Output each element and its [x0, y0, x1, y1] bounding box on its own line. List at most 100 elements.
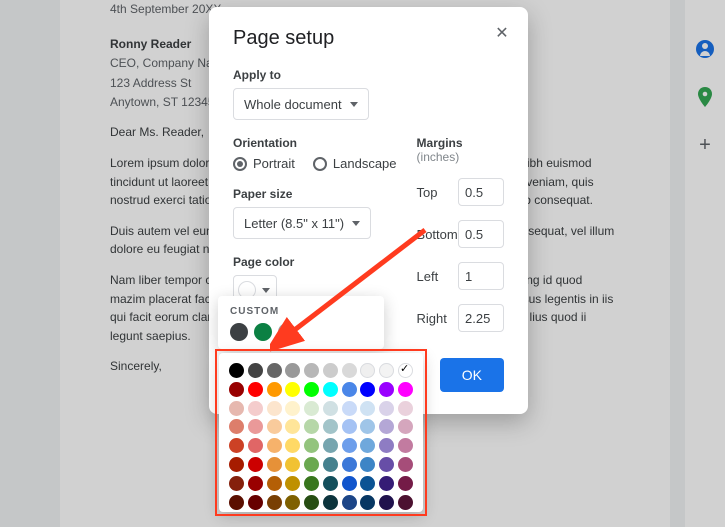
- palette-swatch[interactable]: [267, 457, 282, 472]
- caret-down-icon: [262, 288, 270, 293]
- palette-swatch[interactable]: [304, 382, 319, 397]
- palette-swatch[interactable]: [323, 382, 338, 397]
- margin-left-input[interactable]: [458, 262, 504, 290]
- palette-swatch[interactable]: [360, 382, 375, 397]
- add-custom-color-button[interactable]: +: [278, 323, 296, 341]
- palette-swatch[interactable]: [379, 476, 394, 491]
- palette-swatch[interactable]: [379, 401, 394, 416]
- custom-color-popover: CUSTOM +: [218, 296, 384, 349]
- palette-swatch[interactable]: [304, 419, 319, 434]
- palette-swatch[interactable]: [323, 419, 338, 434]
- palette-swatch[interactable]: [267, 495, 282, 510]
- palette-swatch[interactable]: [304, 476, 319, 491]
- palette-swatch[interactable]: [323, 457, 338, 472]
- palette-swatch[interactable]: [323, 495, 338, 510]
- palette-swatch[interactable]: [398, 438, 413, 453]
- palette-swatch[interactable]: [248, 457, 263, 472]
- palette-swatch[interactable]: [304, 457, 319, 472]
- palette-swatch[interactable]: [229, 401, 244, 416]
- palette-swatch[interactable]: [267, 363, 282, 378]
- palette-swatch[interactable]: [229, 363, 244, 378]
- palette-swatch[interactable]: [285, 495, 300, 510]
- palette-swatch[interactable]: [342, 419, 357, 434]
- palette-swatch[interactable]: [285, 401, 300, 416]
- palette-swatch[interactable]: [323, 438, 338, 453]
- custom-color-swatch[interactable]: [230, 323, 248, 341]
- palette-swatch[interactable]: [342, 401, 357, 416]
- palette-swatch[interactable]: [267, 438, 282, 453]
- margin-top-input[interactable]: [458, 178, 504, 206]
- palette-swatch[interactable]: [379, 495, 394, 510]
- margin-bottom-input[interactable]: [458, 220, 504, 248]
- margin-top-label: Top: [417, 185, 438, 200]
- palette-swatch[interactable]: [304, 363, 319, 378]
- ok-button[interactable]: OK: [440, 358, 504, 392]
- palette-swatch[interactable]: [379, 382, 394, 397]
- palette-swatch[interactable]: [360, 457, 375, 472]
- palette-swatch[interactable]: [248, 495, 263, 510]
- palette-swatch[interactable]: [360, 419, 375, 434]
- palette-swatch[interactable]: [229, 495, 244, 510]
- palette-swatch[interactable]: [285, 363, 300, 378]
- apply-to-select[interactable]: Whole document: [233, 88, 369, 120]
- orientation-portrait-radio[interactable]: Portrait: [233, 156, 295, 171]
- palette-swatch[interactable]: [285, 419, 300, 434]
- palette-swatch[interactable]: [267, 419, 282, 434]
- palette-swatch[interactable]: [379, 419, 394, 434]
- palette-swatch[interactable]: [229, 457, 244, 472]
- margin-right-input[interactable]: [458, 304, 504, 332]
- palette-swatch[interactable]: [398, 401, 413, 416]
- palette-swatch[interactable]: [398, 382, 413, 397]
- paper-size-select[interactable]: Letter (8.5" x 11"): [233, 207, 371, 239]
- palette-swatch[interactable]: [229, 419, 244, 434]
- palette-swatch[interactable]: [398, 495, 413, 510]
- palette-swatch[interactable]: [342, 438, 357, 453]
- custom-label: CUSTOM: [230, 306, 372, 317]
- palette-swatch[interactable]: [323, 401, 338, 416]
- orientation-landscape-radio[interactable]: Landscape: [313, 156, 397, 171]
- palette-swatch[interactable]: [323, 363, 338, 378]
- palette-swatch[interactable]: [398, 419, 413, 434]
- palette-swatch[interactable]: [342, 382, 357, 397]
- palette-swatch[interactable]: [342, 457, 357, 472]
- palette-swatch[interactable]: [304, 438, 319, 453]
- palette-swatch[interactable]: [304, 495, 319, 510]
- palette-swatch[interactable]: [248, 476, 263, 491]
- palette-swatch[interactable]: [285, 438, 300, 453]
- palette-swatch[interactable]: [229, 476, 244, 491]
- palette-swatch[interactable]: [360, 495, 375, 510]
- palette-swatch[interactable]: [342, 363, 357, 378]
- palette-swatch[interactable]: [285, 457, 300, 472]
- palette-swatch[interactable]: [229, 382, 244, 397]
- palette-swatch[interactable]: [398, 363, 413, 378]
- custom-color-swatch[interactable]: [254, 323, 272, 341]
- palette-swatch[interactable]: [360, 401, 375, 416]
- palette-swatch[interactable]: [248, 382, 263, 397]
- palette-swatch[interactable]: [248, 401, 263, 416]
- palette-swatch[interactable]: [267, 382, 282, 397]
- palette-swatch[interactable]: [285, 476, 300, 491]
- close-icon[interactable]: ✕: [490, 21, 514, 45]
- palette-swatch[interactable]: [379, 363, 394, 378]
- app-stage: 4th September 20XX Ronny Reader CEO, Com…: [0, 0, 725, 527]
- palette-swatch[interactable]: [323, 476, 338, 491]
- palette-swatch[interactable]: [248, 419, 263, 434]
- palette-swatch[interactable]: [267, 401, 282, 416]
- palette-swatch[interactable]: [342, 476, 357, 491]
- palette-swatch[interactable]: [248, 438, 263, 453]
- palette-swatch[interactable]: [360, 438, 375, 453]
- portrait-label: Portrait: [253, 156, 295, 171]
- palette-swatch[interactable]: [360, 363, 375, 378]
- palette-swatch[interactable]: [285, 382, 300, 397]
- palette-swatch[interactable]: [304, 401, 319, 416]
- palette-swatch[interactable]: [360, 476, 375, 491]
- palette-swatch[interactable]: [267, 476, 282, 491]
- palette-swatch[interactable]: [379, 438, 394, 453]
- palette-swatch[interactable]: [248, 363, 263, 378]
- palette-swatch[interactable]: [398, 457, 413, 472]
- palette-swatch[interactable]: [379, 457, 394, 472]
- margins-label: Margins (inches): [417, 136, 504, 164]
- palette-swatch[interactable]: [342, 495, 357, 510]
- palette-swatch[interactable]: [229, 438, 244, 453]
- palette-swatch[interactable]: [398, 476, 413, 491]
